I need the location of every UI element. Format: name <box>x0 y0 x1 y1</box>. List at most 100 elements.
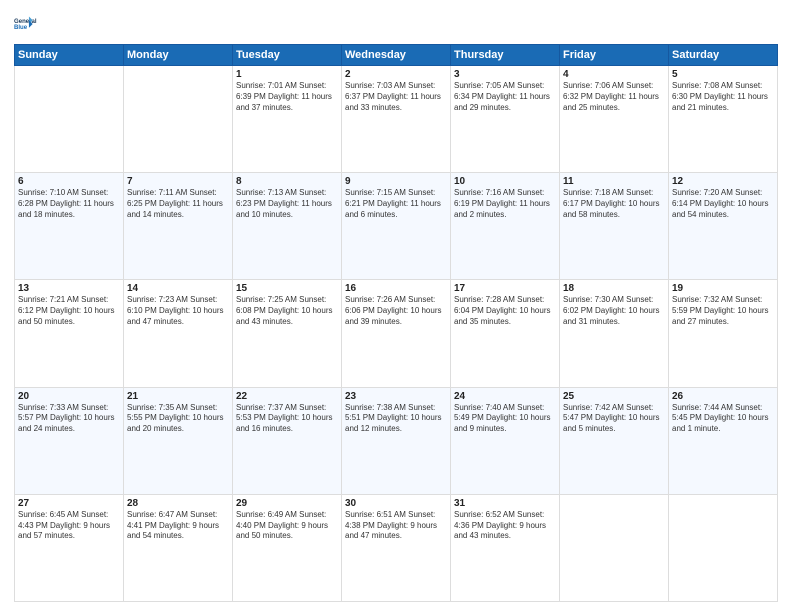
day-detail: Sunrise: 7:35 AM Sunset: 5:55 PM Dayligh… <box>127 403 229 435</box>
day-number: 13 <box>18 283 120 294</box>
day-detail: Sunrise: 6:47 AM Sunset: 4:41 PM Dayligh… <box>127 510 229 542</box>
svg-text:Blue: Blue <box>14 25 28 31</box>
calendar-cell: 29Sunrise: 6:49 AM Sunset: 4:40 PM Dayli… <box>233 494 342 601</box>
day-detail: Sunrise: 7:08 AM Sunset: 6:30 PM Dayligh… <box>672 81 774 113</box>
day-number: 22 <box>236 391 338 402</box>
calendar-cell: 31Sunrise: 6:52 AM Sunset: 4:36 PM Dayli… <box>451 494 560 601</box>
logo: General Blue <box>14 10 42 38</box>
calendar-cell <box>15 66 124 173</box>
day-detail: Sunrise: 6:52 AM Sunset: 4:36 PM Dayligh… <box>454 510 556 542</box>
day-header-tuesday: Tuesday <box>233 45 342 66</box>
svg-text:General: General <box>14 19 37 25</box>
header-row: SundayMondayTuesdayWednesdayThursdayFrid… <box>15 45 778 66</box>
day-number: 11 <box>563 176 665 187</box>
day-number: 9 <box>345 176 447 187</box>
day-number: 15 <box>236 283 338 294</box>
day-header-sunday: Sunday <box>15 45 124 66</box>
day-detail: Sunrise: 7:42 AM Sunset: 5:47 PM Dayligh… <box>563 403 665 435</box>
day-number: 31 <box>454 498 556 509</box>
calendar-cell: 9Sunrise: 7:15 AM Sunset: 6:21 PM Daylig… <box>342 173 451 280</box>
day-header-monday: Monday <box>124 45 233 66</box>
day-detail: Sunrise: 7:40 AM Sunset: 5:49 PM Dayligh… <box>454 403 556 435</box>
week-row-3: 13Sunrise: 7:21 AM Sunset: 6:12 PM Dayli… <box>15 280 778 387</box>
day-detail: Sunrise: 7:32 AM Sunset: 5:59 PM Dayligh… <box>672 295 774 327</box>
calendar-cell: 21Sunrise: 7:35 AM Sunset: 5:55 PM Dayli… <box>124 387 233 494</box>
day-detail: Sunrise: 7:11 AM Sunset: 6:25 PM Dayligh… <box>127 188 229 220</box>
calendar-cell: 15Sunrise: 7:25 AM Sunset: 6:08 PM Dayli… <box>233 280 342 387</box>
calendar-cell: 1Sunrise: 7:01 AM Sunset: 6:39 PM Daylig… <box>233 66 342 173</box>
calendar-cell: 12Sunrise: 7:20 AM Sunset: 6:14 PM Dayli… <box>669 173 778 280</box>
day-number: 24 <box>454 391 556 402</box>
day-detail: Sunrise: 7:30 AM Sunset: 6:02 PM Dayligh… <box>563 295 665 327</box>
day-number: 25 <box>563 391 665 402</box>
day-number: 2 <box>345 69 447 80</box>
day-number: 1 <box>236 69 338 80</box>
day-number: 20 <box>18 391 120 402</box>
calendar-table: SundayMondayTuesdayWednesdayThursdayFrid… <box>14 44 778 602</box>
day-number: 8 <box>236 176 338 187</box>
day-number: 28 <box>127 498 229 509</box>
day-number: 3 <box>454 69 556 80</box>
day-detail: Sunrise: 6:49 AM Sunset: 4:40 PM Dayligh… <box>236 510 338 542</box>
day-detail: Sunrise: 7:13 AM Sunset: 6:23 PM Dayligh… <box>236 188 338 220</box>
calendar-cell: 22Sunrise: 7:37 AM Sunset: 5:53 PM Dayli… <box>233 387 342 494</box>
calendar-cell: 4Sunrise: 7:06 AM Sunset: 6:32 PM Daylig… <box>560 66 669 173</box>
week-row-5: 27Sunrise: 6:45 AM Sunset: 4:43 PM Dayli… <box>15 494 778 601</box>
calendar-cell: 5Sunrise: 7:08 AM Sunset: 6:30 PM Daylig… <box>669 66 778 173</box>
calendar-cell: 28Sunrise: 6:47 AM Sunset: 4:41 PM Dayli… <box>124 494 233 601</box>
calendar-cell: 8Sunrise: 7:13 AM Sunset: 6:23 PM Daylig… <box>233 173 342 280</box>
day-number: 30 <box>345 498 447 509</box>
day-detail: Sunrise: 7:05 AM Sunset: 6:34 PM Dayligh… <box>454 81 556 113</box>
calendar-cell: 30Sunrise: 6:51 AM Sunset: 4:38 PM Dayli… <box>342 494 451 601</box>
day-detail: Sunrise: 7:37 AM Sunset: 5:53 PM Dayligh… <box>236 403 338 435</box>
calendar-cell: 26Sunrise: 7:44 AM Sunset: 5:45 PM Dayli… <box>669 387 778 494</box>
day-number: 6 <box>18 176 120 187</box>
day-number: 4 <box>563 69 665 80</box>
calendar-cell: 2Sunrise: 7:03 AM Sunset: 6:37 PM Daylig… <box>342 66 451 173</box>
calendar-cell: 6Sunrise: 7:10 AM Sunset: 6:28 PM Daylig… <box>15 173 124 280</box>
calendar-cell: 7Sunrise: 7:11 AM Sunset: 6:25 PM Daylig… <box>124 173 233 280</box>
day-number: 23 <box>345 391 447 402</box>
day-header-thursday: Thursday <box>451 45 560 66</box>
day-number: 5 <box>672 69 774 80</box>
day-detail: Sunrise: 7:03 AM Sunset: 6:37 PM Dayligh… <box>345 81 447 113</box>
calendar-cell: 24Sunrise: 7:40 AM Sunset: 5:49 PM Dayli… <box>451 387 560 494</box>
calendar-cell: 14Sunrise: 7:23 AM Sunset: 6:10 PM Dayli… <box>124 280 233 387</box>
calendar-cell: 11Sunrise: 7:18 AM Sunset: 6:17 PM Dayli… <box>560 173 669 280</box>
day-detail: Sunrise: 7:01 AM Sunset: 6:39 PM Dayligh… <box>236 81 338 113</box>
day-number: 17 <box>454 283 556 294</box>
day-detail: Sunrise: 7:26 AM Sunset: 6:06 PM Dayligh… <box>345 295 447 327</box>
day-detail: Sunrise: 7:38 AM Sunset: 5:51 PM Dayligh… <box>345 403 447 435</box>
calendar-cell: 27Sunrise: 6:45 AM Sunset: 4:43 PM Dayli… <box>15 494 124 601</box>
day-number: 27 <box>18 498 120 509</box>
day-detail: Sunrise: 7:16 AM Sunset: 6:19 PM Dayligh… <box>454 188 556 220</box>
week-row-1: 1Sunrise: 7:01 AM Sunset: 6:39 PM Daylig… <box>15 66 778 173</box>
calendar-cell: 13Sunrise: 7:21 AM Sunset: 6:12 PM Dayli… <box>15 280 124 387</box>
day-detail: Sunrise: 6:45 AM Sunset: 4:43 PM Dayligh… <box>18 510 120 542</box>
calendar-cell: 17Sunrise: 7:28 AM Sunset: 6:04 PM Dayli… <box>451 280 560 387</box>
calendar-cell <box>669 494 778 601</box>
calendar-page: General Blue SundayMondayTuesdayWednesda… <box>0 0 792 612</box>
day-header-wednesday: Wednesday <box>342 45 451 66</box>
logo-icon: General Blue <box>14 10 42 38</box>
calendar-cell: 18Sunrise: 7:30 AM Sunset: 6:02 PM Dayli… <box>560 280 669 387</box>
day-detail: Sunrise: 7:06 AM Sunset: 6:32 PM Dayligh… <box>563 81 665 113</box>
calendar-cell: 19Sunrise: 7:32 AM Sunset: 5:59 PM Dayli… <box>669 280 778 387</box>
header: General Blue <box>14 10 778 38</box>
day-number: 21 <box>127 391 229 402</box>
day-detail: Sunrise: 7:18 AM Sunset: 6:17 PM Dayligh… <box>563 188 665 220</box>
day-detail: Sunrise: 7:33 AM Sunset: 5:57 PM Dayligh… <box>18 403 120 435</box>
day-detail: Sunrise: 6:51 AM Sunset: 4:38 PM Dayligh… <box>345 510 447 542</box>
day-number: 16 <box>345 283 447 294</box>
day-detail: Sunrise: 7:10 AM Sunset: 6:28 PM Dayligh… <box>18 188 120 220</box>
day-detail: Sunrise: 7:21 AM Sunset: 6:12 PM Dayligh… <box>18 295 120 327</box>
day-detail: Sunrise: 7:25 AM Sunset: 6:08 PM Dayligh… <box>236 295 338 327</box>
calendar-cell: 10Sunrise: 7:16 AM Sunset: 6:19 PM Dayli… <box>451 173 560 280</box>
day-detail: Sunrise: 7:44 AM Sunset: 5:45 PM Dayligh… <box>672 403 774 435</box>
calendar-cell <box>124 66 233 173</box>
calendar-cell: 23Sunrise: 7:38 AM Sunset: 5:51 PM Dayli… <box>342 387 451 494</box>
calendar-cell: 3Sunrise: 7:05 AM Sunset: 6:34 PM Daylig… <box>451 66 560 173</box>
calendar-cell <box>560 494 669 601</box>
day-number: 19 <box>672 283 774 294</box>
day-detail: Sunrise: 7:23 AM Sunset: 6:10 PM Dayligh… <box>127 295 229 327</box>
